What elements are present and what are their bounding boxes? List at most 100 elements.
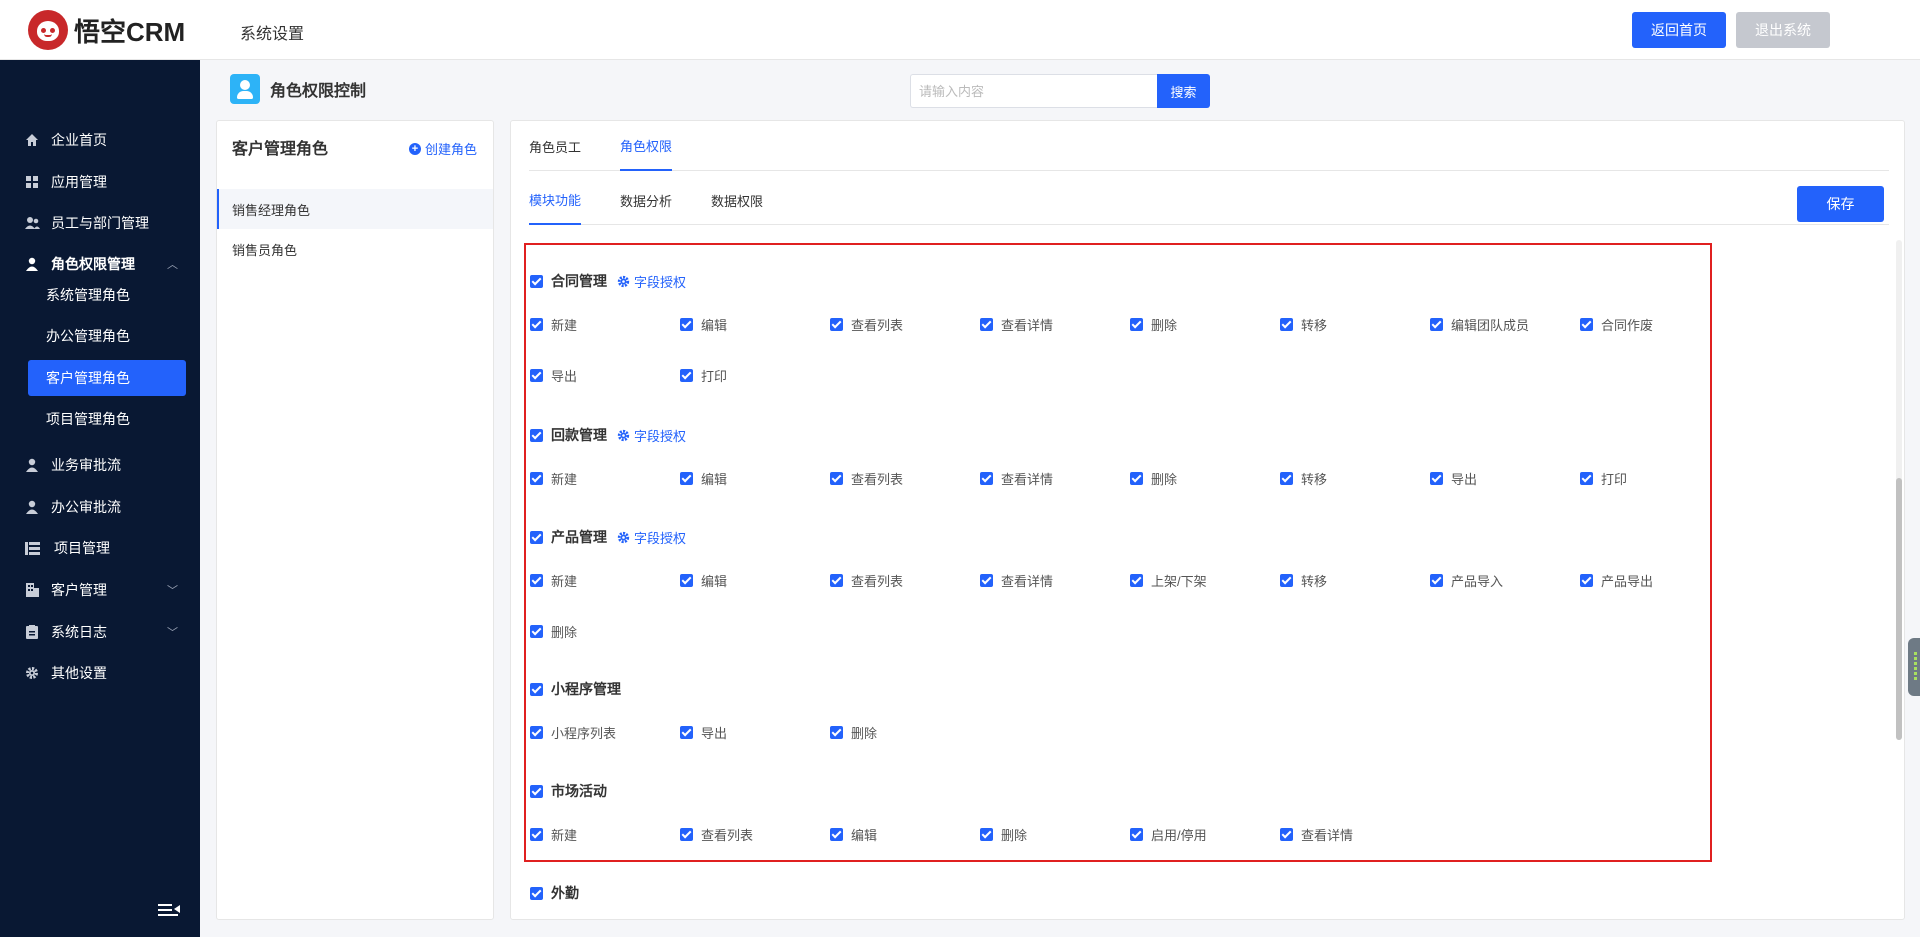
sidebar-subitem-office-role[interactable]: 办公管理角色: [28, 318, 186, 354]
permission-checkbox[interactable]: 小程序列表: [530, 723, 616, 742]
permission-checkbox[interactable]: 编辑: [830, 825, 877, 844]
checkbox-checked-icon: [1130, 318, 1143, 331]
sidebar-item-logs[interactable]: 系统日志 ﹀: [0, 615, 200, 649]
group-checkbox[interactable]: [530, 886, 543, 900]
permission-checkbox[interactable]: 查看列表: [830, 469, 903, 488]
group-checkbox[interactable]: [530, 784, 543, 798]
permission-checkbox[interactable]: 删除: [1130, 469, 1177, 488]
page-header: 角色权限控制: [230, 74, 366, 104]
permission-label: 编辑团队成员: [1451, 318, 1530, 333]
checkbox-checked-icon: [530, 828, 543, 841]
role-category-title: 客户管理角色: [232, 141, 329, 158]
checkbox-checked-icon: [1130, 472, 1143, 485]
home-button[interactable]: 返回首页: [1632, 12, 1726, 48]
permission-checkbox[interactable]: 查看列表: [680, 825, 753, 844]
permission-label: 转移: [1301, 318, 1328, 333]
permission-checkbox[interactable]: 打印: [1580, 469, 1627, 488]
permission-checkbox[interactable]: 新建: [530, 825, 577, 844]
permission-checkbox[interactable]: 转移: [1280, 315, 1327, 334]
field-auth-link[interactable]: 字段授权: [617, 272, 686, 291]
user-icon: [24, 499, 40, 515]
permission-checkbox[interactable]: 转移: [1280, 571, 1327, 590]
permission-checkbox[interactable]: 删除: [1130, 315, 1177, 334]
sidebar-subitem-project-role[interactable]: 项目管理角色: [28, 401, 186, 437]
search-button[interactable]: 搜索: [1157, 74, 1210, 108]
group-checkbox[interactable]: [530, 530, 543, 544]
logo-text: 悟空CRM: [74, 16, 186, 47]
permission-checkbox[interactable]: 查看列表: [830, 571, 903, 590]
group-title: 产品管理: [551, 529, 607, 545]
sidebar-subitem-customer-role[interactable]: 客户管理角色: [28, 360, 186, 396]
checkbox-checked-icon: [830, 828, 843, 841]
field-auth-link[interactable]: 字段授权: [617, 426, 686, 445]
permission-checkbox[interactable]: 合同作废: [1580, 315, 1653, 334]
gear-icon: [617, 275, 630, 287]
checkbox-checked-icon: [1430, 472, 1443, 485]
permission-checkbox[interactable]: 编辑团队成员: [1430, 315, 1529, 334]
role-item-sales-rep[interactable]: 销售员角色: [217, 229, 493, 269]
permission-checkbox[interactable]: 删除: [980, 825, 1027, 844]
permission-checkbox[interactable]: 查看详情: [980, 315, 1053, 334]
checkbox-checked-icon: [1580, 574, 1593, 587]
role-item-sales-manager[interactable]: 销售经理角色: [217, 189, 493, 229]
checkbox-checked-icon: [680, 574, 693, 587]
permission-checkbox[interactable]: 打印: [680, 366, 727, 385]
permission-checkbox[interactable]: 删除: [830, 723, 877, 742]
side-panel-handle[interactable]: [1908, 638, 1920, 696]
sidebar-subitem-system-role[interactable]: 系统管理角色: [28, 277, 186, 313]
permission-label: 查看列表: [851, 574, 904, 589]
group-checkbox[interactable]: [530, 274, 543, 288]
checkbox-checked-icon: [1580, 472, 1593, 485]
checkbox-checked-icon: [1430, 574, 1443, 587]
checkbox-checked-icon: [980, 472, 993, 485]
permission-groups: 合同管理 字段授权 新建 编辑 查看列表 查看详情 删除 转移 编辑团队成员 合同作废 导出 打印 回款…: [511, 121, 1904, 919]
create-role-button[interactable]: + 创建角色: [409, 139, 477, 158]
permission-checkbox[interactable]: 新建: [530, 469, 577, 488]
logo[interactable]: 悟空CRM: [28, 10, 185, 50]
grid-icon: [24, 174, 40, 190]
permission-checkbox[interactable]: 上架/下架: [1130, 571, 1207, 590]
group-checkbox[interactable]: [530, 428, 543, 442]
field-auth-link[interactable]: 字段授权: [617, 528, 686, 547]
permission-label: 打印: [701, 369, 728, 384]
permission-checkbox[interactable]: 导出: [680, 723, 727, 742]
search-input[interactable]: [910, 74, 1157, 108]
permission-checkbox[interactable]: 启用/停用: [1130, 825, 1207, 844]
sidebar-item-staff[interactable]: 员工与部门管理: [0, 206, 200, 240]
permission-checkbox[interactable]: 查看详情: [980, 469, 1053, 488]
permission-checkbox[interactable]: 编辑: [680, 571, 727, 590]
permission-label: 导出: [1451, 472, 1478, 487]
sidebar-item-business-approval[interactable]: 业务审批流: [0, 448, 200, 482]
permission-checkbox[interactable]: 编辑: [680, 469, 727, 488]
checkbox-checked-icon: [980, 318, 993, 331]
permission-checkbox[interactable]: 产品导入: [1430, 571, 1503, 590]
permission-label: 导出: [551, 369, 578, 384]
permission-checkbox[interactable]: 查看详情: [1280, 825, 1353, 844]
permission-checkbox[interactable]: 查看详情: [980, 571, 1053, 590]
sidebar-item-roles[interactable]: 角色权限管理 ︿: [0, 247, 200, 281]
permission-checkbox[interactable]: 删除: [530, 622, 577, 641]
permission-checkbox[interactable]: 产品导出: [1580, 571, 1653, 590]
permission-checkbox[interactable]: 查看列表: [830, 315, 903, 334]
permission-checkbox[interactable]: 新建: [530, 315, 577, 334]
permission-checkbox[interactable]: 导出: [530, 366, 577, 385]
sidebar-item-apps[interactable]: 应用管理: [0, 165, 200, 199]
sidebar-item-customers[interactable]: 客户管理 ﹀: [0, 573, 200, 607]
group-title: 市场活动: [551, 783, 607, 799]
permission-checkbox[interactable]: 导出: [1430, 469, 1477, 488]
sidebar-item-other-settings[interactable]: 其他设置: [0, 656, 200, 690]
group-checkbox[interactable]: [530, 682, 543, 696]
sidebar-item-home[interactable]: 企业首页: [0, 123, 200, 157]
scrollbar-thumb[interactable]: [1896, 478, 1902, 740]
home-icon: [24, 132, 40, 148]
checkbox-checked-icon: [1580, 318, 1593, 331]
permission-label: 查看详情: [1001, 574, 1054, 589]
sidebar-item-office-approval[interactable]: 办公审批流: [0, 490, 200, 524]
sidebar-item-projects[interactable]: 项目管理: [0, 531, 200, 565]
permission-checkbox[interactable]: 编辑: [680, 315, 727, 334]
permission-checkbox[interactable]: 新建: [530, 571, 577, 590]
checkbox-checked-icon: [530, 369, 543, 382]
menu-collapse-icon[interactable]: [158, 903, 180, 919]
permission-checkbox[interactable]: 转移: [1280, 469, 1327, 488]
exit-button[interactable]: 退出系统: [1736, 12, 1830, 48]
